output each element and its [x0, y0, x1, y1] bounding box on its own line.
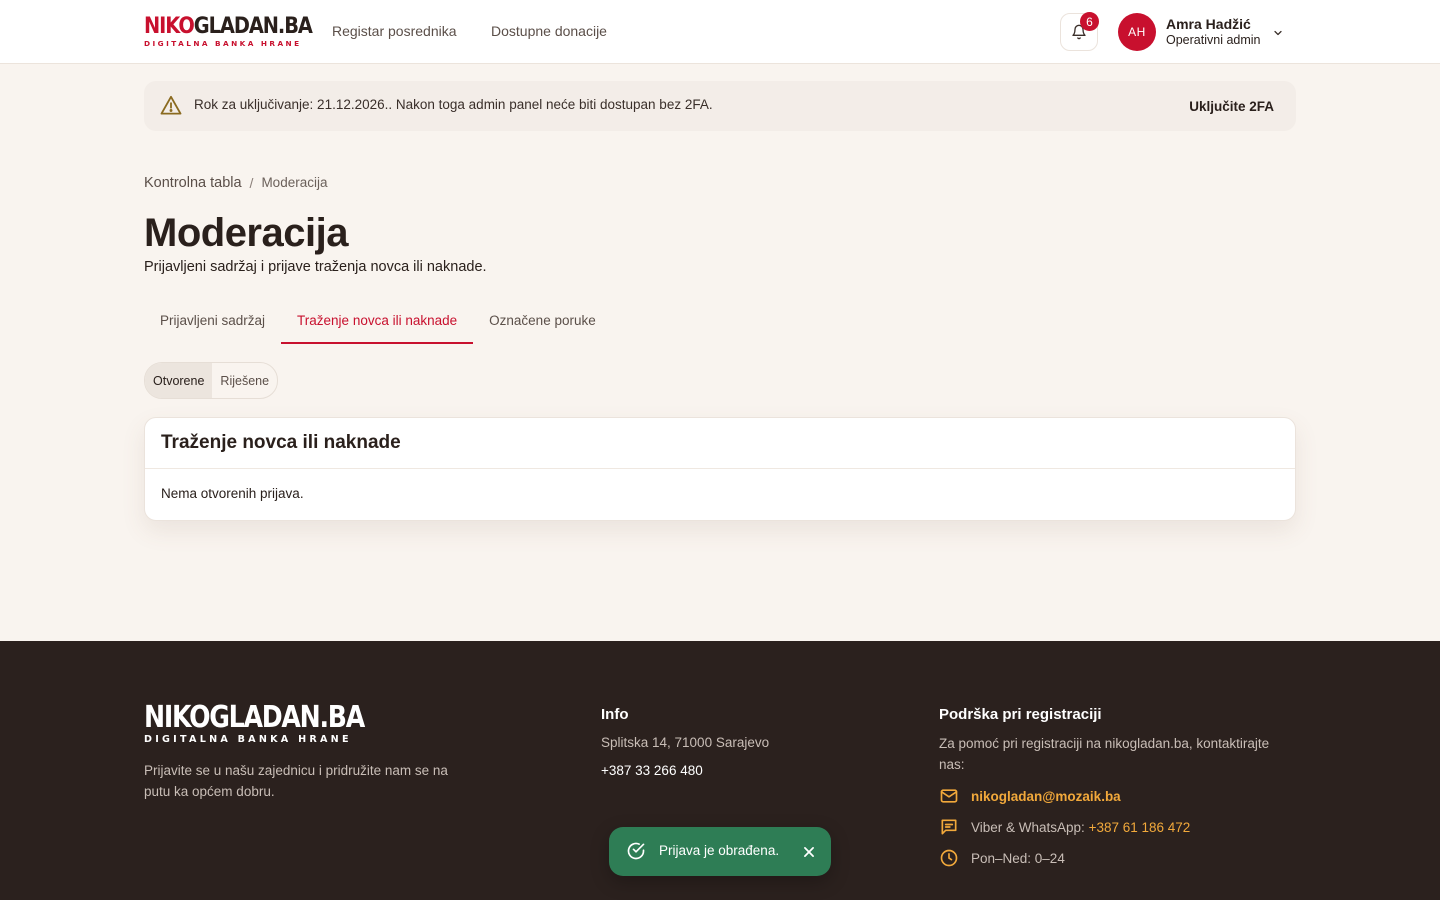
breadcrumb-home-link[interactable]: Kontrolna tabla: [144, 175, 242, 191]
toast-message: Prijava je obrađena.: [659, 843, 780, 858]
user-role: Operativni admin: [1166, 33, 1261, 47]
check-circle-icon: [627, 842, 645, 860]
card-title: Traženje novca ili naknade: [161, 432, 401, 453]
footer-support-description: Za pomoć pri registraciji na nikogladan.…: [939, 736, 1270, 772]
page-subtitle: Prijavljeni sadržaj i prijave traženja n…: [144, 259, 487, 275]
breadcrumb-current: Moderacija: [261, 175, 328, 190]
footer-description: Prijavite se u našu zajednicu i pridruži…: [144, 763, 448, 799]
footer-logo-wordmark: NIKOGLADAN.BA: [144, 700, 365, 735]
status-filter: Otvorene Riješene: [144, 362, 279, 399]
support-email-row: nikogladan@mozaik.ba: [939, 786, 1121, 806]
tab-oznacene-poruke[interactable]: Označene poruke: [473, 296, 612, 344]
footer-phone[interactable]: +387 33 266 480: [601, 763, 703, 778]
avatar[interactable]: AH: [1118, 13, 1156, 51]
top-navbar: NIKOGLADAN.BA DIGITALNA BANKA HRANE Regi…: [0, 0, 1440, 64]
reports-card: Traženje novca ili naknade Nema otvoreni…: [144, 417, 1296, 521]
filter-otvorene[interactable]: Otvorene: [145, 363, 213, 398]
footer-support-heading: Podrška pri registraciji: [939, 706, 1102, 723]
chat-icon: [941, 819, 957, 835]
two-factor-warning-banner: Rok za uključivanje: 21.12.2026.. Nakon …: [144, 81, 1296, 131]
user-name[interactable]: Amra Hadžić: [1166, 16, 1251, 32]
success-toast: Prijava je obrađena.: [609, 827, 831, 876]
toast-close-button[interactable]: [802, 845, 816, 864]
enable-2fa-button[interactable]: Uključite 2FA: [1189, 99, 1274, 114]
support-phone-link[interactable]: +387 61 186 472: [1089, 820, 1191, 835]
site-logo[interactable]: NIKOGLADAN.BA DIGITALNA BANKA HRANE: [144, 14, 313, 49]
footer-logo[interactable]: NIKOGLADAN.BA DIGITALNA BANKA HRANE: [144, 703, 406, 746]
footer-logo-tagline: DIGITALNA BANKA HRANE: [144, 734, 352, 745]
support-messaging-row: Viber & WhatsApp: +387 61 186 472: [939, 817, 1190, 837]
close-icon: [804, 847, 814, 857]
banner-message: Rok za uključivanje: 21.12.2026.. Nakon …: [194, 97, 713, 112]
logo-tagline: DIGITALNA BANKA HRANE: [144, 39, 302, 48]
nav-link-registar-posrednika[interactable]: Registar posrednika: [332, 23, 457, 39]
breadcrumb-separator: /: [249, 175, 254, 191]
messaging-label: Viber & WhatsApp:: [971, 819, 1085, 835]
card-divider: [145, 468, 1295, 469]
footer-address: Splitska 14, 71000 Sarajevo: [601, 735, 770, 750]
clock-icon: [940, 849, 958, 867]
breadcrumb: Kontrolna tabla / Moderacija: [144, 175, 327, 191]
page-title: Moderacija: [144, 211, 348, 255]
support-hours: Pon–Ned: 0–24: [971, 850, 1065, 866]
footer-info-heading: Info: [601, 706, 629, 723]
tab-trazenje-novca[interactable]: Traženje novca ili naknade: [281, 296, 474, 344]
logo-wordmark: NIKOGLADAN.BA: [144, 14, 313, 39]
tab-prijavljeni-sadrzaj[interactable]: Prijavljeni sadržaj: [144, 296, 281, 344]
user-menu-toggle[interactable]: [1272, 26, 1284, 44]
warning-icon: [160, 95, 182, 115]
empty-state-text: Nema otvorenih prijava.: [161, 486, 304, 501]
support-hours-row: Pon–Ned: 0–24: [939, 848, 1065, 868]
mail-icon: [940, 789, 958, 803]
chevron-down-icon: [1274, 30, 1282, 36]
support-email-link[interactable]: nikogladan@mozaik.ba: [971, 789, 1121, 804]
nav-link-dostupne-donacije[interactable]: Dostupne donacije: [491, 23, 607, 39]
notification-count-badge: 6: [1080, 12, 1099, 31]
moderation-tabs: Prijavljeni sadržaj Traženje novca ili n…: [144, 296, 612, 344]
filter-rijesene[interactable]: Riješene: [212, 363, 277, 398]
